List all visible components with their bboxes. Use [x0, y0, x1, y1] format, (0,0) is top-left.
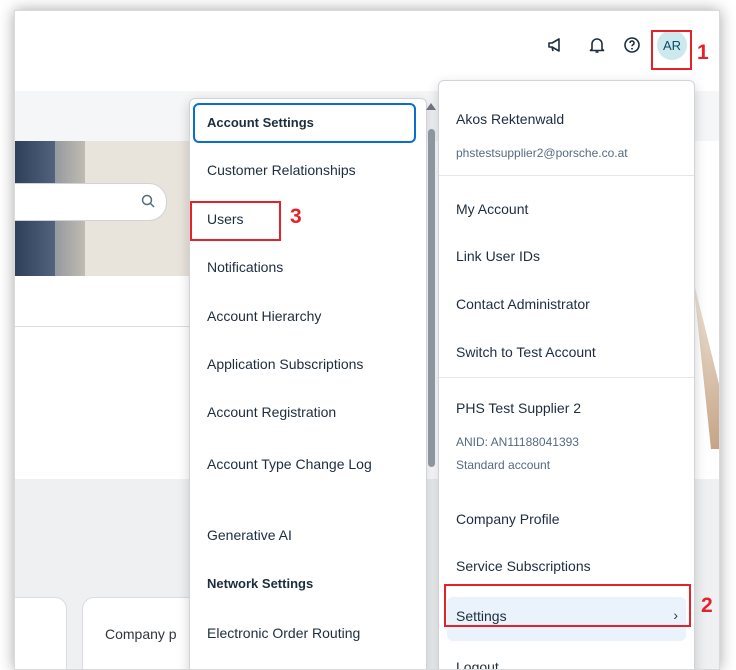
- content-divider: [15, 326, 193, 327]
- menu-item-electronic-order-routing[interactable]: Electronic Order Routing: [207, 625, 360, 641]
- menu-item-logout[interactable]: Logout: [456, 659, 499, 669]
- annotation-box-3: [190, 201, 281, 241]
- megaphone-icon[interactable]: [543, 33, 567, 57]
- bell-icon[interactable]: [585, 33, 609, 57]
- annotation-number-2: 2: [701, 594, 713, 617]
- help-icon[interactable]: [620, 33, 644, 57]
- menu-item-generative-ai[interactable]: Generative AI: [207, 527, 292, 543]
- heading-network-settings: Network Settings: [207, 576, 314, 591]
- annotation-number-1: 1: [697, 41, 709, 64]
- menu-item-company-profile[interactable]: Company Profile: [456, 511, 560, 527]
- menu-item-account-registration[interactable]: Account Registration: [207, 404, 336, 420]
- menu-item-link-user-ids[interactable]: Link User IDs: [456, 248, 540, 264]
- company-name: PHS Test Supplier 2: [456, 400, 582, 416]
- scrollbar-thumb[interactable]: [428, 129, 435, 467]
- account-menu: Akos Rektenwald phstestsupplier2@porsche…: [438, 80, 695, 669]
- tile-card-company-profile[interactable]: Company p: [82, 597, 204, 669]
- menu-item-service-subscriptions[interactable]: Service Subscriptions: [456, 558, 591, 574]
- menu-item-application-subscriptions[interactable]: Application Subscriptions: [207, 356, 363, 372]
- app-window: Company p AR Akos Rektenwald phstestsupp…: [14, 10, 720, 670]
- tile-card-label: Company p: [105, 626, 177, 642]
- heading-account-settings: Account Settings: [207, 115, 314, 130]
- annotation-box-2: [444, 584, 691, 627]
- account-type: Standard account: [456, 458, 551, 472]
- tile-card[interactable]: [15, 597, 67, 669]
- menu-item-contact-administrator[interactable]: Contact Administrator: [456, 296, 590, 312]
- search-icon: [141, 194, 155, 208]
- company-anid: ANID: AN11188041393: [456, 435, 579, 449]
- menu-item-account-type-change-log[interactable]: Account Type Change Log: [207, 452, 387, 476]
- account-user-email: phstestsupplier2@porsche.co.at: [456, 146, 628, 160]
- scroll-up-arrow-icon[interactable]: [426, 103, 436, 110]
- menu-item-customer-relationships[interactable]: Customer Relationships: [207, 162, 356, 178]
- menu-item-notifications[interactable]: Notifications: [207, 259, 283, 275]
- menu-item-account-hierarchy[interactable]: Account Hierarchy: [207, 308, 321, 324]
- annotation-box-1: [651, 30, 692, 70]
- search-input[interactable]: [15, 183, 167, 221]
- menu-item-my-account[interactable]: My Account: [456, 201, 528, 217]
- menu-item-switch-test-account[interactable]: Switch to Test Account: [456, 344, 596, 360]
- settings-submenu: Account Settings Customer Relationships …: [189, 98, 436, 669]
- annotation-number-3: 3: [290, 205, 302, 228]
- account-user-name: Akos Rektenwald: [456, 111, 565, 127]
